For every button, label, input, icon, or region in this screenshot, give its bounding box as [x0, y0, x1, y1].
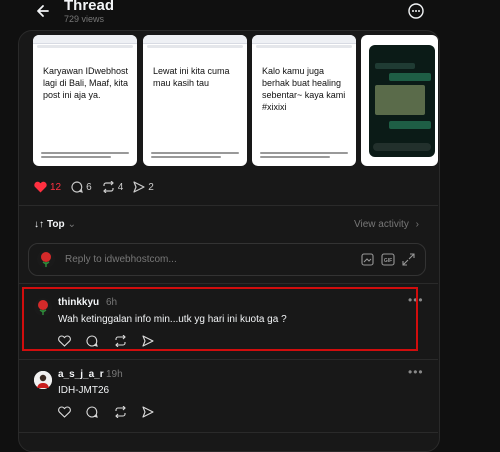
- share-button[interactable]: 2: [133, 181, 154, 193]
- divider: [18, 283, 438, 284]
- view-activity-link[interactable]: View activity ›: [354, 219, 419, 230]
- person-avatar-icon: [34, 371, 52, 389]
- view-count: 729 views: [64, 14, 105, 24]
- sort-label: Top: [47, 219, 65, 230]
- comment-button[interactable]: 6: [71, 181, 92, 193]
- media-image-3[interactable]: Kalo kamu juga berhak buat healing seben…: [252, 35, 356, 166]
- repost-icon: [102, 181, 114, 193]
- comment-count: 6: [86, 181, 92, 193]
- comment-time: 19h: [106, 369, 123, 380]
- view-activity-label: View activity: [354, 219, 409, 230]
- divider: [18, 359, 438, 360]
- avatar[interactable]: [34, 371, 52, 389]
- divider: [18, 432, 438, 433]
- post-actions: 12 6 4 2: [34, 180, 164, 194]
- share-icon[interactable]: [142, 406, 156, 420]
- share-count: 2: [148, 181, 154, 193]
- reply-box[interactable]: Reply to idwebhostcom... GIF: [28, 243, 426, 276]
- expand-icon[interactable]: [402, 253, 415, 266]
- repost-button[interactable]: 4: [102, 181, 124, 193]
- page-title: Thread: [64, 0, 115, 14]
- avatar: [37, 250, 55, 268]
- media-image-text: Karyawan IDwebhost lagi di Bali, Maaf, k…: [43, 66, 129, 100]
- sort-icon: ↓↑: [34, 219, 44, 230]
- reply-placeholder[interactable]: Reply to idwebhostcom...: [65, 254, 177, 265]
- highlight-box: [22, 287, 418, 351]
- image-icon[interactable]: [361, 253, 374, 266]
- more-options-icon[interactable]: [407, 2, 425, 20]
- media-image-2[interactable]: Lewat ini kita cuma mau kasih tau: [143, 35, 247, 166]
- more-options-icon[interactable]: •••: [408, 365, 424, 379]
- gif-icon[interactable]: GIF: [381, 253, 395, 266]
- heart-icon[interactable]: [58, 406, 72, 420]
- back-arrow-icon[interactable]: [32, 0, 54, 22]
- like-count: 12: [50, 181, 62, 193]
- rose-logo-icon: [41, 252, 51, 267]
- svg-text:GIF: GIF: [384, 258, 392, 264]
- sort-dropdown[interactable]: ↓↑ Top ⌄: [34, 219, 76, 230]
- chevron-down-icon: ⌄: [67, 219, 76, 230]
- share-icon: [133, 181, 145, 193]
- media-image-text: Lewat ini kita cuma mau kasih tau: [153, 66, 230, 88]
- chevron-right-icon: ›: [415, 219, 419, 230]
- media-image-4[interactable]: [361, 35, 438, 166]
- media-image-text: Kalo kamu juga berhak buat healing seben…: [262, 66, 346, 112]
- comment-text: IDH-JMT26: [58, 385, 110, 396]
- like-button[interactable]: 12: [34, 181, 61, 193]
- comment-username[interactable]: a_s_j_a_r: [58, 369, 104, 380]
- repost-count: 4: [117, 181, 124, 193]
- media-image-1[interactable]: Karyawan IDwebhost lagi di Bali, Maaf, k…: [33, 35, 137, 166]
- comment-icon[interactable]: [86, 406, 100, 420]
- divider: [18, 205, 438, 206]
- comment-actions: [58, 406, 170, 420]
- heart-filled-icon: [34, 181, 47, 193]
- repost-icon[interactable]: [114, 406, 128, 420]
- comment-icon: [71, 181, 83, 193]
- chat-screenshot: [369, 45, 435, 157]
